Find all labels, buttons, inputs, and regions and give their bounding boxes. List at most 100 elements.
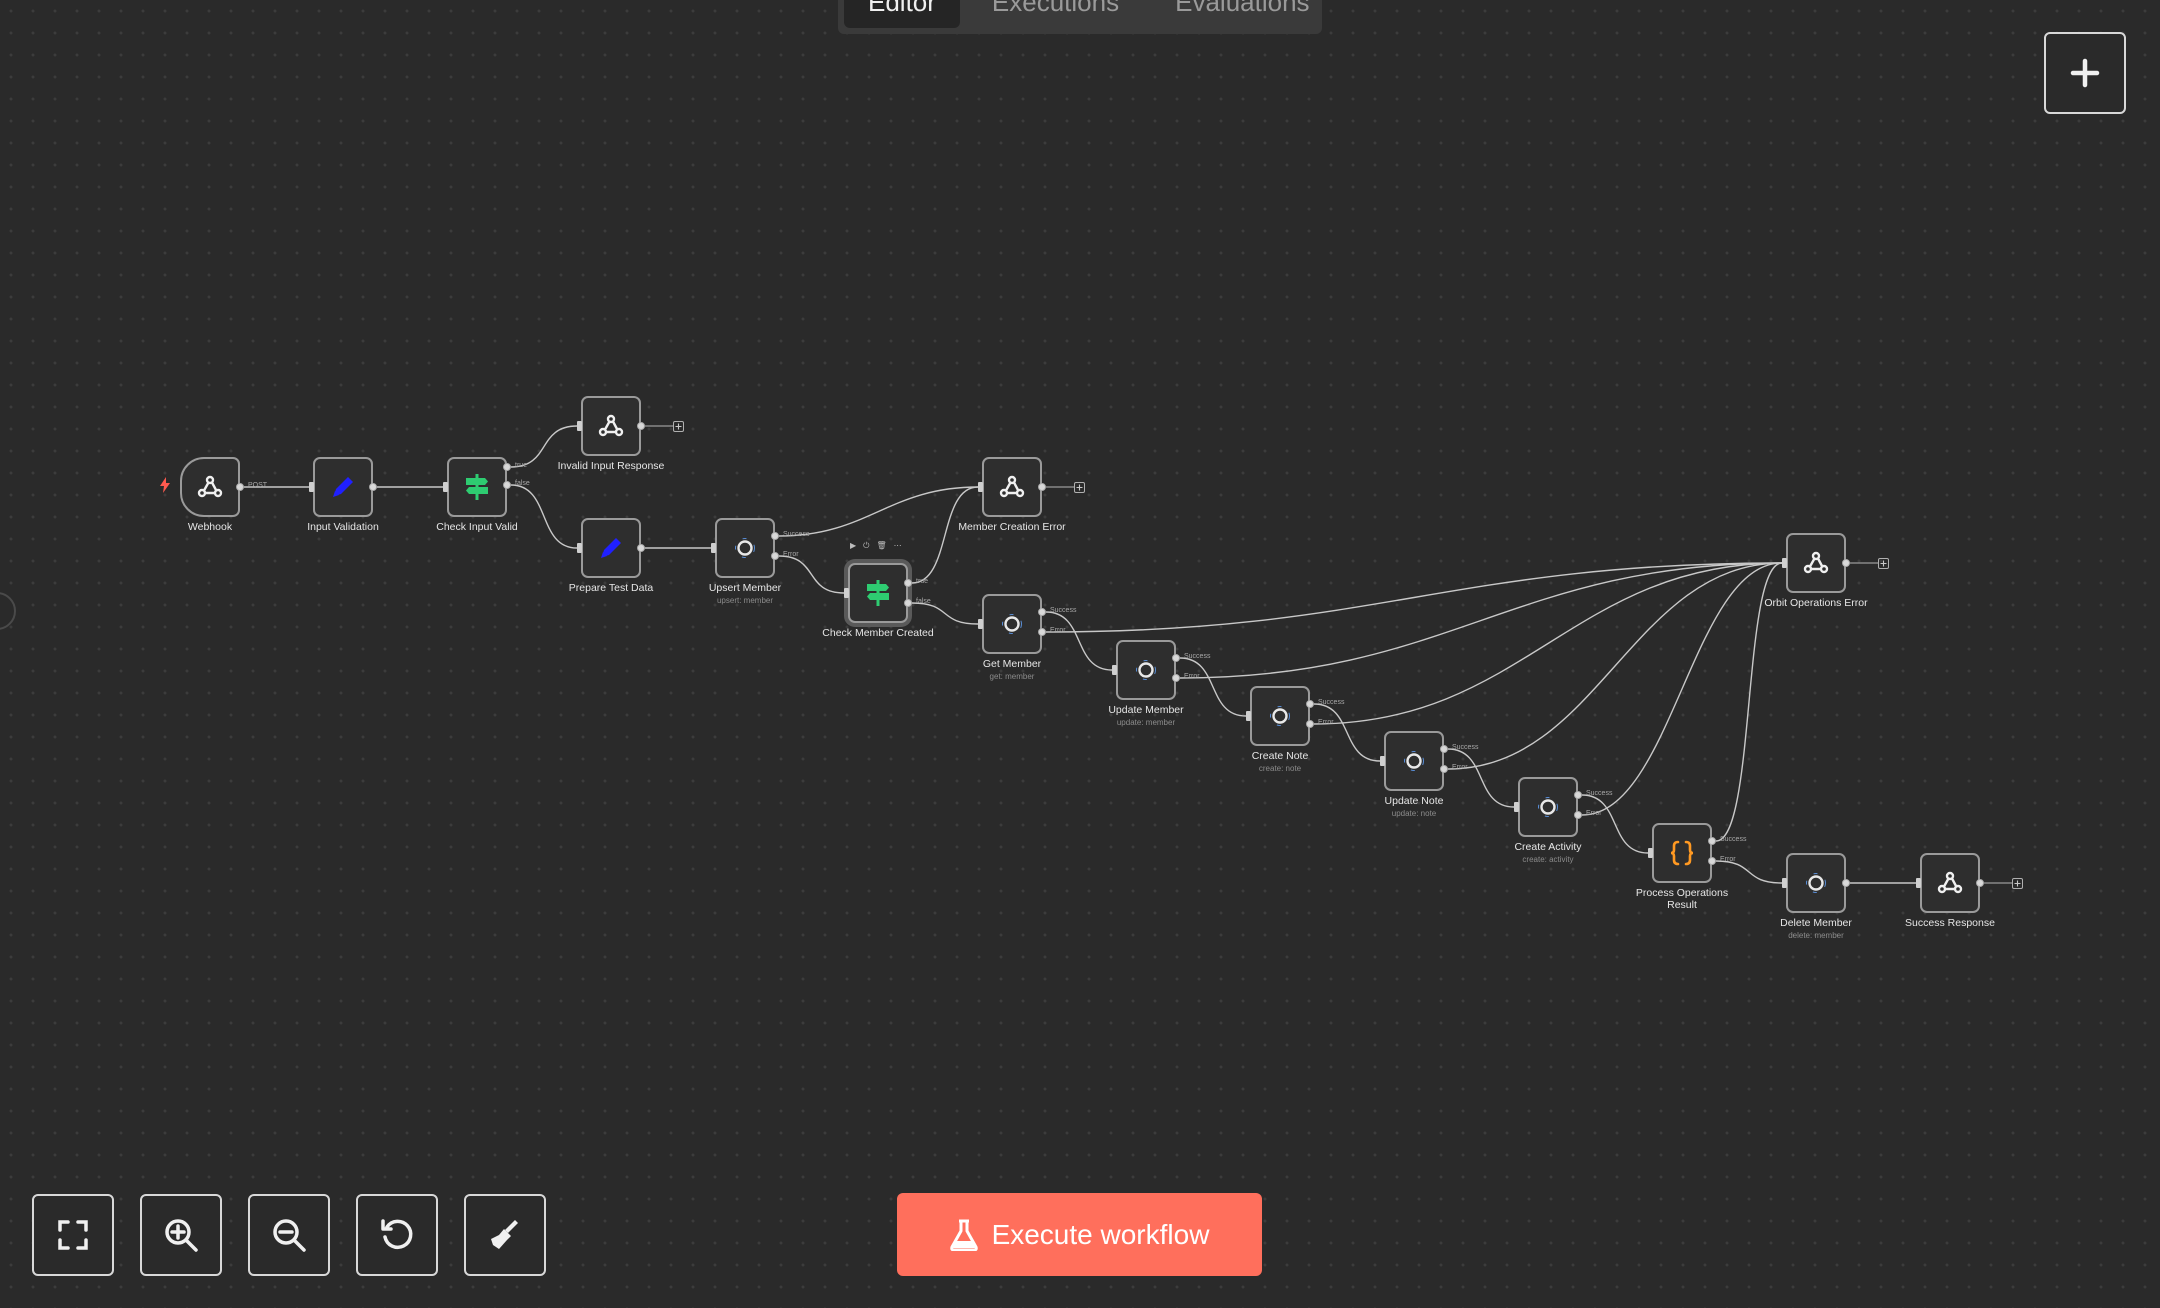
zoom-to-fit-button[interactable] [32, 1194, 114, 1276]
connection-edge[interactable] [1045, 562, 1783, 633]
node-update-note[interactable] [1384, 731, 1444, 791]
node-subtitle: upsert: member [716, 596, 774, 605]
node-create-activity[interactable] [1518, 777, 1578, 837]
output-handle[interactable] [771, 532, 779, 540]
node-delete-member[interactable] [1786, 853, 1846, 913]
output-handle[interactable] [637, 544, 645, 552]
output-handle[interactable] [1708, 857, 1716, 865]
branch-label: Success [1720, 836, 1747, 843]
output-handle[interactable] [1038, 608, 1046, 616]
output-handle[interactable] [1440, 745, 1448, 753]
input-handle[interactable] [844, 588, 849, 598]
connection-edge[interactable] [911, 486, 979, 584]
node-label: Create Activity [1514, 841, 1582, 853]
add-next-node-icon[interactable] [673, 420, 684, 432]
input-handle[interactable] [1514, 802, 1519, 812]
add-next-node-icon[interactable] [2012, 877, 2023, 889]
node-webhook[interactable] [180, 457, 240, 517]
input-handle[interactable] [1916, 878, 1921, 888]
connection-edge[interactable] [1715, 860, 1783, 884]
connection-edge[interactable] [510, 484, 578, 549]
output-handle[interactable] [1708, 837, 1716, 845]
output-handle[interactable] [1842, 559, 1850, 567]
output-handle[interactable] [904, 599, 912, 607]
node-get-member[interactable] [982, 594, 1042, 654]
input-handle[interactable] [1648, 848, 1653, 858]
output-handle[interactable] [1172, 674, 1180, 682]
input-handle[interactable] [978, 619, 983, 629]
input-handle[interactable] [577, 543, 582, 553]
delete-node-icon[interactable]: 🗑 [876, 541, 886, 551]
node-orbit-operations-error[interactable] [1786, 533, 1846, 593]
node-create-note[interactable] [1250, 686, 1310, 746]
deactivate-node-icon[interactable]: ⏻ [863, 541, 869, 551]
output-handle[interactable] [904, 579, 912, 587]
node-update-member[interactable] [1116, 640, 1176, 700]
output-handle[interactable] [1976, 879, 1984, 887]
if-signpost-icon [463, 472, 491, 502]
output-handle[interactable] [503, 481, 511, 489]
output-handle[interactable] [1440, 765, 1448, 773]
connection-edge[interactable] [911, 602, 979, 625]
webhook-icon [1802, 549, 1830, 577]
output-handle[interactable] [1038, 483, 1046, 491]
fit-view-icon [58, 1220, 88, 1250]
connection-edge[interactable] [1313, 562, 1783, 725]
orbit-icon [1267, 703, 1293, 729]
reset-zoom-button[interactable] [356, 1194, 438, 1276]
zoom-out-button[interactable] [248, 1194, 330, 1276]
node-check-member-created[interactable] [848, 563, 908, 623]
output-handle[interactable] [1172, 654, 1180, 662]
output-handle[interactable] [771, 552, 779, 560]
input-handle[interactable] [1112, 665, 1117, 675]
branch-label: true [916, 578, 929, 585]
output-handle[interactable] [1306, 720, 1314, 728]
node-label: Check Member Created [822, 627, 934, 639]
output-handle[interactable] [637, 422, 645, 430]
pencil-icon [596, 533, 626, 563]
connection-edge[interactable] [1179, 562, 1783, 679]
input-handle[interactable] [1380, 756, 1385, 766]
add-next-node-icon[interactable] [1074, 481, 1085, 493]
output-handle[interactable] [1306, 700, 1314, 708]
output-handle[interactable] [1574, 811, 1582, 819]
node-label: Success Response [1905, 917, 1995, 929]
input-handle[interactable] [577, 421, 582, 431]
output-handle[interactable] [236, 483, 244, 491]
node-success-response[interactable] [1920, 853, 1980, 913]
add-next-node-icon[interactable] [1878, 557, 1889, 569]
input-handle[interactable] [978, 482, 983, 492]
branch-label: POST [248, 482, 268, 489]
node-label: Create Note [1251, 750, 1309, 762]
branch-label: true [515, 462, 528, 469]
node-upsert-member[interactable] [715, 518, 775, 578]
orbit-icon [732, 535, 758, 561]
input-handle[interactable] [1246, 711, 1251, 721]
execute-node-icon[interactable]: ▶ [850, 541, 856, 551]
more-options-icon[interactable]: ⋯ [894, 541, 902, 551]
execute-workflow-button[interactable]: Execute workflow [897, 1193, 1262, 1276]
node-prepare-test-data[interactable] [581, 518, 641, 578]
output-handle[interactable] [1842, 879, 1850, 887]
broom-icon [491, 1220, 518, 1249]
branch-label: Success [1318, 699, 1345, 706]
zoom-in-icon [165, 1219, 198, 1252]
node-input-validation[interactable] [313, 457, 373, 517]
input-handle[interactable] [1782, 878, 1787, 888]
input-handle[interactable] [711, 543, 716, 553]
output-handle[interactable] [1574, 791, 1582, 799]
execute-workflow-label: Execute workflow [991, 1218, 1210, 1250]
input-handle[interactable] [309, 482, 314, 492]
branch-label: Error [1586, 810, 1602, 817]
node-check-input-valid[interactable] [447, 457, 507, 517]
node-member-creation-error[interactable] [982, 457, 1042, 517]
tidy-up-button[interactable] [464, 1194, 546, 1276]
node-process-operations-result[interactable] [1652, 823, 1712, 883]
input-handle[interactable] [443, 482, 448, 492]
output-handle[interactable] [1038, 628, 1046, 636]
zoom-in-button[interactable] [140, 1194, 222, 1276]
output-handle[interactable] [369, 483, 377, 491]
input-handle[interactable] [1782, 558, 1787, 568]
output-handle[interactable] [503, 463, 511, 471]
node-invalid-input-response[interactable] [581, 396, 641, 456]
